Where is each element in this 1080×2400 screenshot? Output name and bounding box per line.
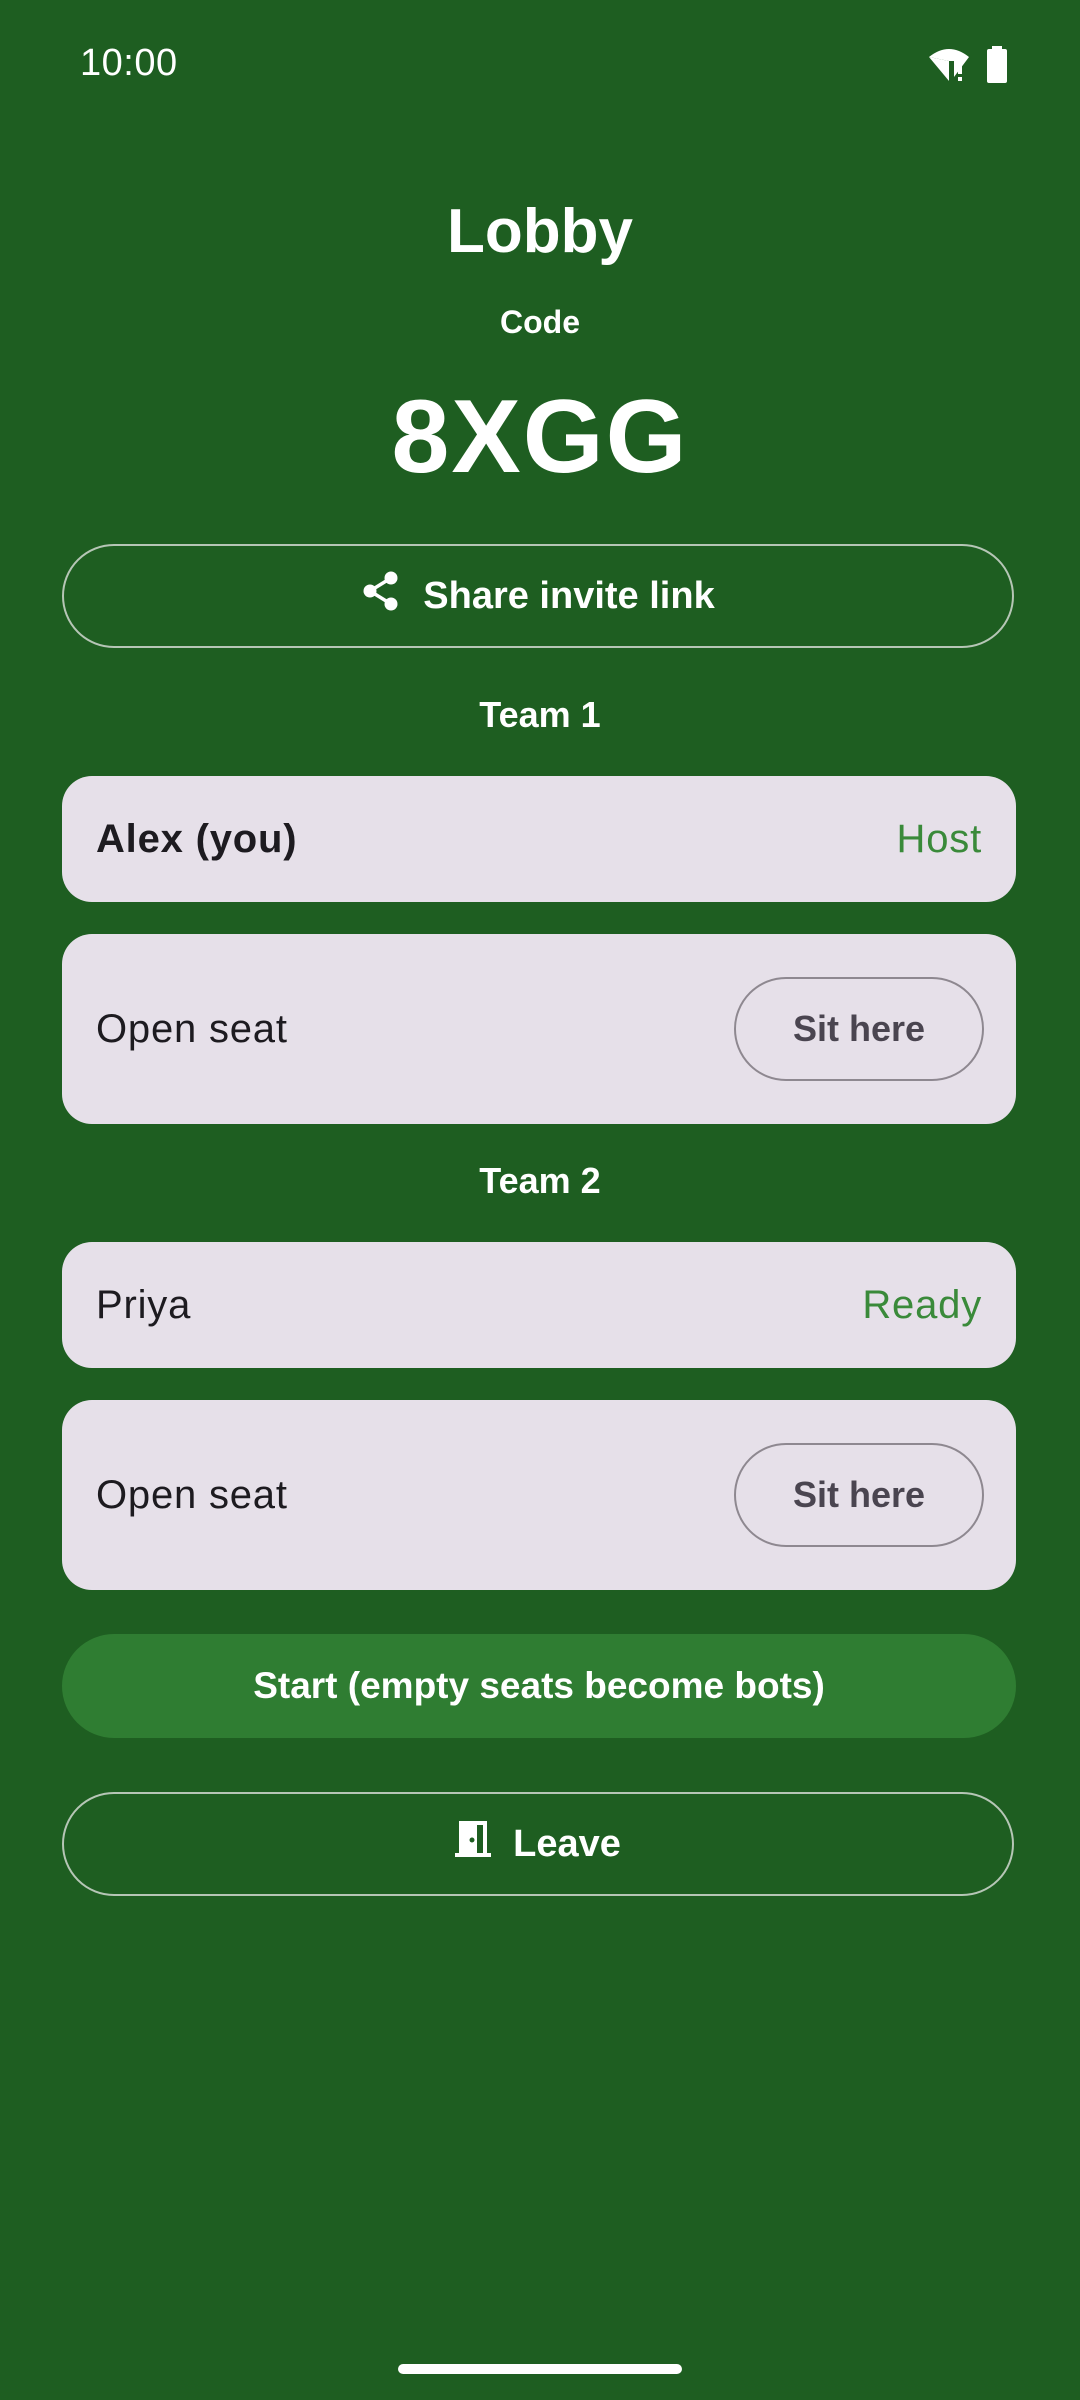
leave-label: Leave xyxy=(513,1822,621,1865)
player-card-priya: Priya Ready xyxy=(62,1242,1016,1368)
player-card-alex: Alex (you) Host xyxy=(62,776,1016,902)
status-bar: 10:00 xyxy=(0,0,1080,136)
player-name: Priya xyxy=(96,1282,192,1327)
share-icon xyxy=(361,570,401,622)
open-seat-card: Open seat Sit here xyxy=(62,1400,1016,1590)
open-seat-label: Open seat xyxy=(96,1006,288,1051)
status-time: 10:00 xyxy=(80,42,178,84)
player-status: Host xyxy=(896,816,982,861)
player-status: Ready xyxy=(862,1282,982,1327)
wifi-alert-icon xyxy=(928,47,970,88)
team-1-heading: Team 1 xyxy=(479,694,601,735)
sit-here-button[interactable]: Sit here xyxy=(734,977,984,1081)
leave-button[interactable]: Leave xyxy=(62,1792,1014,1896)
sit-here-button[interactable]: Sit here xyxy=(734,1443,984,1547)
battery-icon xyxy=(986,46,1008,89)
door-exit-icon xyxy=(455,1819,492,1869)
page-title: Lobby xyxy=(447,197,633,266)
player-name: Alex (you) xyxy=(96,816,298,861)
home-indicator[interactable] xyxy=(398,2364,682,2374)
open-seat-label: Open seat xyxy=(96,1472,288,1517)
open-seat-card: Open seat Sit here xyxy=(62,934,1016,1124)
start-button[interactable]: Start (empty seats become bots) xyxy=(62,1634,1016,1738)
code-label: Code xyxy=(500,304,580,340)
team-2-heading: Team 2 xyxy=(479,1160,601,1201)
lobby-code: 8XGG xyxy=(391,379,689,495)
share-label: Share invite link xyxy=(423,574,715,617)
share-invite-link-button[interactable]: Share invite link xyxy=(62,544,1014,648)
status-icons xyxy=(928,46,1008,89)
